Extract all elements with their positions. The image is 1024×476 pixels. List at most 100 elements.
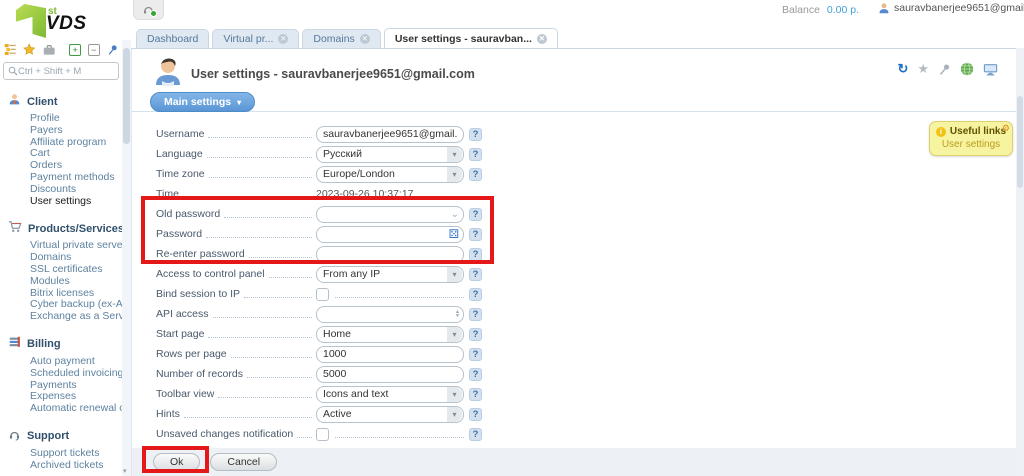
- gear-icon[interactable]: ⚙: [1002, 123, 1010, 134]
- input-re-enter-password[interactable]: [316, 245, 464, 263]
- status-badge: [150, 10, 157, 17]
- collapse-all-button[interactable]: −: [87, 43, 100, 56]
- sidebar-heading-billing[interactable]: Billing: [0, 336, 122, 353]
- pin-icon[interactable]: [107, 44, 119, 56]
- user-settings-pane: User settings - sauravbanerjee9651@gmail…: [131, 48, 1016, 476]
- help-icon[interactable]: ?: [469, 407, 482, 421]
- help-icon[interactable]: ?: [469, 247, 482, 261]
- sidebar-heading-client[interactable]: Client: [0, 93, 122, 110]
- sidebar-search[interactable]: [3, 62, 119, 80]
- static-value-time: 2023-09-26 10:37:17: [316, 188, 414, 200]
- sidebar-item-support-tickets[interactable]: Support tickets: [0, 447, 122, 460]
- stepper-arrows-icon[interactable]: ▲ ▼: [455, 310, 460, 319]
- help-icon[interactable]: ?: [469, 207, 482, 221]
- help-icon[interactable]: ?: [469, 167, 482, 181]
- star-icon[interactable]: ★: [917, 62, 929, 76]
- sidebar-heading-support[interactable]: Support: [0, 428, 122, 445]
- field-control-access-to-control-panel: From any IP ▾: [316, 265, 464, 283]
- input-username[interactable]: sauravbanerjee9651@gmail.com: [316, 125, 464, 143]
- help-icon[interactable]: ?: [469, 427, 482, 441]
- sidebar-item-payers[interactable]: Payers: [0, 124, 122, 137]
- tab-bar: Dashboard Virtual pr... ✕ Domains ✕ User sett…: [131, 28, 1024, 48]
- sidebar-item-modules[interactable]: Modules: [0, 275, 122, 288]
- dotted-leader: [297, 436, 312, 438]
- sidebar-item-payment-methods[interactable]: Payment methods: [0, 171, 122, 184]
- input-old-password[interactable]: ⌄: [316, 205, 464, 223]
- sidebar-item-automatic-renewal-of-s[interactable]: Automatic renewal of s...: [0, 402, 122, 415]
- select-time-zone[interactable]: Europe/London ▾: [316, 165, 464, 183]
- field-control-re-enter-password: [316, 245, 464, 263]
- balance-value[interactable]: 0.00 р.: [827, 4, 859, 16]
- chevron-down-icon[interactable]: ▾: [447, 386, 462, 402]
- help-icon[interactable]: ?: [469, 327, 482, 341]
- help-icon[interactable]: ?: [469, 127, 482, 141]
- select-access-to-control-panel[interactable]: From any IP ▾: [316, 265, 464, 283]
- dice-icon[interactable]: ⚄: [449, 227, 459, 241]
- tab-dashboard[interactable]: Dashboard: [136, 29, 210, 48]
- sidebar-item-ssl-certificates[interactable]: SSL certificates: [0, 263, 122, 276]
- sidebar-item-exchange-as-a-service[interactable]: Exchange as a Service: [0, 310, 122, 323]
- input-password[interactable]: ⚄: [316, 225, 464, 243]
- close-icon[interactable]: ✕: [278, 34, 289, 44]
- sidebar-item-archived-tickets[interactable]: Archived tickets: [0, 459, 122, 472]
- chevron-down-icon[interactable]: ▾: [447, 166, 462, 182]
- dotted-leader: [268, 276, 312, 278]
- help-icon[interactable]: ?: [469, 387, 482, 401]
- chevron-down-icon[interactable]: ▾: [447, 406, 462, 422]
- search-input[interactable]: [18, 65, 104, 77]
- tree-view-icon[interactable]: [4, 43, 16, 56]
- expand-all-button[interactable]: +: [69, 43, 81, 56]
- help-icon[interactable]: ?: [469, 347, 482, 361]
- useful-link-user-settings[interactable]: User settings: [934, 139, 1008, 150]
- scroll-down-arrow-icon[interactable]: ▾: [123, 467, 127, 475]
- checkbox-bind-session-to-ip[interactable]: [316, 287, 329, 301]
- chevron-down-icon[interactable]: ⌄: [451, 209, 459, 220]
- sidebar-sections: Client Profile Payers Affiliate program Cart…: [0, 93, 122, 476]
- help-icon[interactable]: ?: [469, 227, 482, 241]
- favorites-star-icon[interactable]: [23, 43, 36, 56]
- sidebar-item-auto-payment[interactable]: Auto payment: [0, 355, 122, 368]
- tab-virtual-pr[interactable]: Virtual pr... ✕: [212, 29, 300, 48]
- globe-icon[interactable]: [960, 62, 974, 76]
- scrollbar-thumb[interactable]: [1017, 96, 1023, 188]
- select-start-page[interactable]: Home ▾: [316, 325, 464, 343]
- select-language[interactable]: Русский ▾: [316, 145, 464, 163]
- close-icon[interactable]: ✕: [536, 34, 547, 44]
- help-icon[interactable]: ?: [469, 367, 482, 381]
- select-hints[interactable]: Active ▾: [316, 405, 464, 423]
- scrollbar-thumb[interactable]: [123, 48, 130, 144]
- support-headset-button[interactable]: [133, 0, 164, 20]
- close-icon[interactable]: ✕: [359, 34, 370, 44]
- dotted-leader: [246, 376, 312, 378]
- sidebar-scrollbar[interactable]: ▾: [122, 40, 131, 476]
- help-icon[interactable]: ?: [469, 147, 482, 161]
- sidebar-item-discounts[interactable]: Discounts: [0, 183, 122, 196]
- input-rows-per-page[interactable]: 1000: [316, 345, 464, 363]
- help-icon[interactable]: ?: [469, 287, 482, 301]
- checkbox-unsaved-changes-notification[interactable]: [316, 427, 329, 441]
- chevron-down-icon[interactable]: ▾: [447, 146, 462, 162]
- tab-domains[interactable]: Domains ✕: [302, 29, 381, 48]
- select-toolbar-view[interactable]: Icons and text ▾: [316, 385, 464, 403]
- briefcase-icon[interactable]: [43, 44, 55, 56]
- ok-button[interactable]: Ok: [153, 453, 201, 471]
- sidebar-item-user-settings[interactable]: User settings: [0, 195, 122, 208]
- help-icon[interactable]: ?: [469, 267, 482, 281]
- help-icon[interactable]: ?: [469, 307, 482, 321]
- chevron-down-icon[interactable]: ▾: [447, 326, 462, 342]
- sidebar-item-scheduled-invoicing[interactable]: Scheduled invoicing: [0, 367, 122, 380]
- input-api-access[interactable]: ▲ ▼: [316, 305, 464, 323]
- pin-icon[interactable]: [938, 63, 951, 76]
- firstvds-logo[interactable]: st VDS: [16, 4, 120, 44]
- sidebar-heading-products-services[interactable]: Products/Services: [0, 220, 122, 237]
- main-settings-tab[interactable]: Main settings ▾: [150, 92, 256, 112]
- tab-user-settings-sauravban[interactable]: User settings - sauravban... ✕: [383, 28, 558, 48]
- user-menu[interactable]: sauravbanerjee9651@gmail.com ▾: [878, 2, 1024, 14]
- refresh-icon[interactable]: ↻: [897, 62, 908, 76]
- monitor-icon[interactable]: [983, 63, 998, 76]
- sidebar-item-affiliate-program[interactable]: Affiliate program: [0, 136, 122, 149]
- chevron-down-icon[interactable]: ▾: [447, 266, 462, 282]
- input-number-of-records[interactable]: 5000: [316, 365, 464, 383]
- content-scrollbar[interactable]: [1016, 48, 1024, 476]
- cancel-button[interactable]: Cancel: [210, 453, 278, 471]
